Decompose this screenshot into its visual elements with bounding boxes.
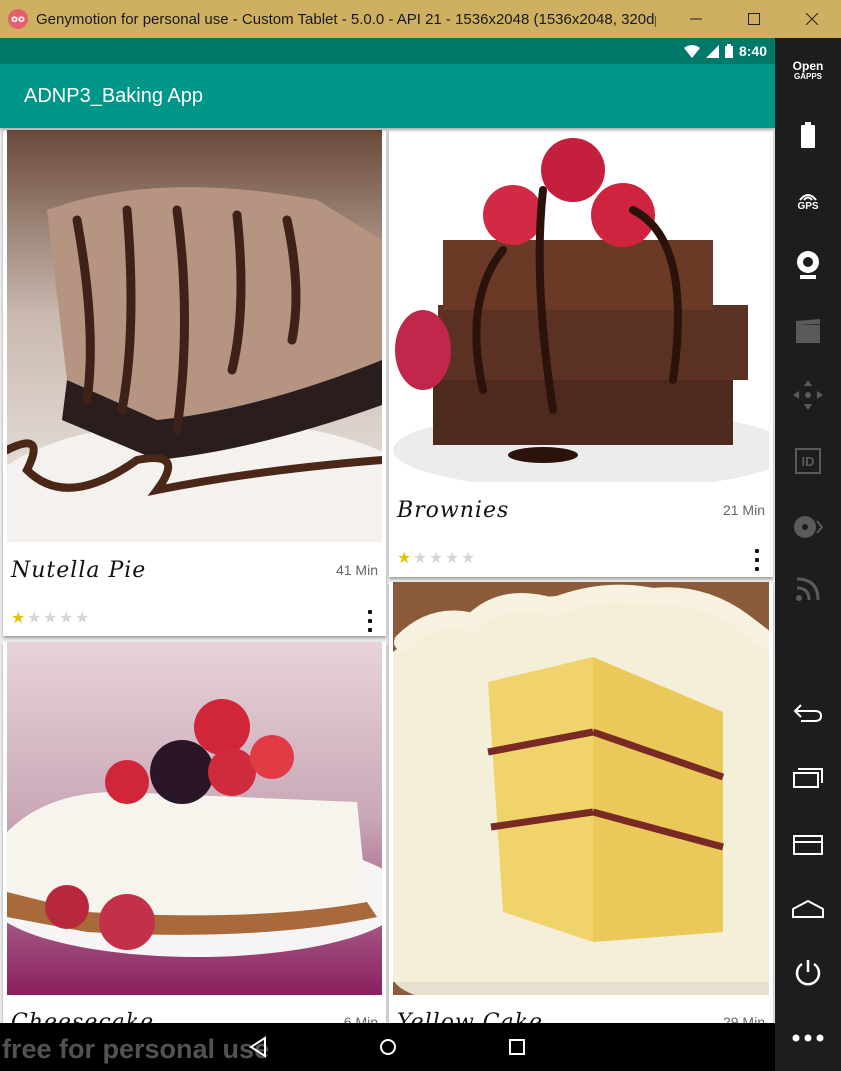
app-title: ADNP3_Baking App: [24, 84, 204, 107]
star-icon: ★: [461, 548, 476, 567]
star-icon: ★: [43, 608, 58, 627]
recent-apps-button[interactable]: [775, 762, 841, 792]
minimize-icon: [690, 18, 702, 20]
genymotion-logo-icon: oo: [8, 9, 28, 29]
open-gapps-label: Open: [792, 59, 824, 73]
star-icon: ★: [397, 548, 412, 567]
device-id-button[interactable]: ID: [775, 446, 841, 476]
disk-io-icon: [794, 516, 823, 538]
nav-recents-button[interactable]: [505, 1035, 529, 1059]
android-screen: 8:40 ADNP3_Baking App Nutella Pie 41 Min…: [0, 38, 775, 1023]
rating-stars[interactable]: ★ ★ ★ ★ ★: [11, 610, 91, 626]
maximize-icon: [748, 13, 760, 25]
screencast-button[interactable]: [775, 316, 841, 346]
recipe-time: 6 Min: [343, 1014, 378, 1023]
recipe-name: Yellow Cake: [397, 1010, 544, 1023]
battery-icon: [801, 122, 815, 148]
battery-button[interactable]: [775, 120, 841, 150]
brownies-photo: [393, 130, 769, 482]
minimize-button[interactable]: [667, 0, 725, 38]
webcam-button[interactable]: [775, 248, 841, 282]
wifi-icon: [683, 44, 700, 58]
more-options-icon[interactable]: [366, 610, 374, 632]
back-icon: [793, 704, 823, 722]
home-icon: [792, 899, 824, 918]
recipe-time: 29 Min: [722, 1014, 765, 1023]
power-button[interactable]: [775, 956, 841, 990]
open-gapps-button[interactable]: Open GAPPS: [775, 56, 841, 86]
dpad-icon: [793, 380, 823, 410]
star-icon: ★: [59, 608, 74, 627]
device-id-label: ID: [801, 453, 815, 469]
network-button[interactable]: [775, 574, 841, 604]
network-icon: [796, 577, 820, 601]
star-icon: ★: [75, 608, 90, 627]
watermark: free for personal use: [2, 1034, 270, 1064]
dpad-button[interactable]: [775, 380, 841, 410]
recipe-name: Nutella Pie: [11, 558, 147, 583]
status-bar: 8:40: [0, 38, 775, 64]
more-button[interactable]: [775, 1028, 841, 1048]
battery-icon: [724, 44, 733, 58]
recipe-card-brownies[interactable]: Brownies 21 Min ★ ★ ★ ★ ★: [389, 130, 773, 577]
rating-stars[interactable]: ★ ★ ★ ★ ★: [397, 550, 477, 566]
gps-label: GPS: [797, 200, 819, 212]
device-id-icon: ID: [795, 448, 821, 474]
star-icon: ★: [11, 608, 26, 627]
recent-apps-icon: [793, 768, 823, 788]
power-icon: [795, 960, 821, 986]
close-button[interactable]: [783, 0, 841, 38]
recipe-name: Cheesecake: [11, 1010, 155, 1023]
home-button[interactable]: [775, 894, 841, 924]
nutella-pie-photo: [7, 130, 382, 542]
back-button[interactable]: [775, 698, 841, 728]
maximize-button[interactable]: [725, 0, 783, 38]
disk-io-button[interactable]: [775, 512, 841, 542]
signal-icon: [705, 44, 719, 58]
cheesecake-photo: [7, 642, 382, 995]
recipe-time: 41 Min: [335, 562, 378, 578]
open-gapps-sublabel: GAPPS: [793, 72, 822, 81]
status-time: 8:40: [738, 43, 767, 59]
screencast-icon: [796, 319, 820, 343]
recipe-card-yellow-cake[interactable]: Yellow Cake 29 Min: [389, 582, 773, 1023]
recipe-name: Brownies: [397, 498, 510, 523]
window-titlebar: oo Genymotion for personal use - Custom …: [0, 0, 841, 38]
window-title: Genymotion for personal use - Custom Tab…: [36, 10, 656, 28]
star-icon: ★: [413, 548, 428, 567]
nav-home-button[interactable]: [376, 1035, 400, 1059]
nav-home-icon: [380, 1039, 396, 1055]
nav-recents-icon: [509, 1039, 525, 1055]
recipe-card-cheesecake[interactable]: Cheesecake 6 Min: [3, 642, 386, 1023]
gps-button[interactable]: GPS: [775, 186, 841, 216]
star-icon: ★: [429, 548, 444, 567]
recipe-time: 21 Min: [722, 502, 765, 518]
webcam-icon: [797, 251, 819, 279]
more-options-icon[interactable]: [753, 549, 761, 571]
yellow-cake-photo: [393, 582, 769, 995]
recipe-card-nutella-pie[interactable]: Nutella Pie 41 Min ★ ★ ★ ★ ★: [3, 130, 386, 636]
menu-button[interactable]: [775, 830, 841, 860]
app-toolbar: ADNP3_Baking App: [0, 64, 775, 128]
genymotion-sidebar: Open GAPPS GPS ID: [775, 38, 841, 1071]
star-icon: ★: [445, 548, 460, 567]
more-icon: [792, 1034, 824, 1042]
star-icon: ★: [27, 608, 42, 627]
menu-icon: [793, 835, 823, 855]
close-icon: [806, 13, 818, 25]
gps-icon: [799, 193, 817, 201]
